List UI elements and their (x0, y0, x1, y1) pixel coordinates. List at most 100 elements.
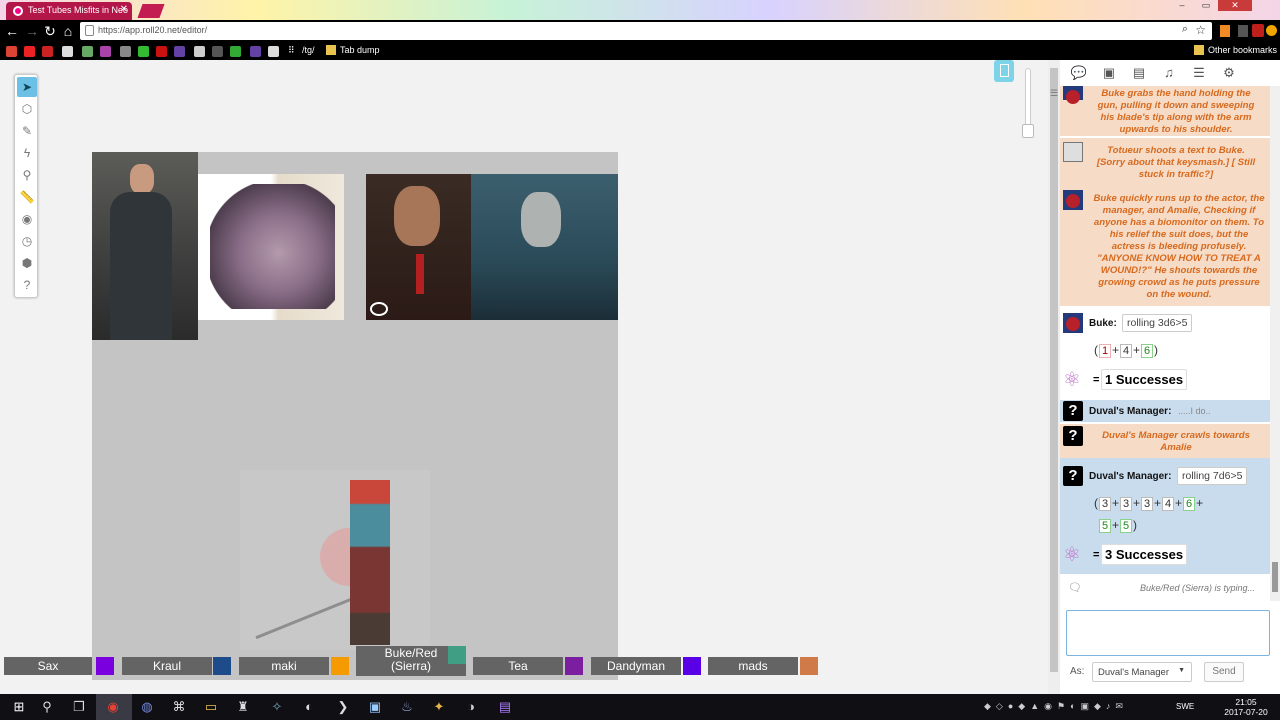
compendium-tab-icon[interactable]: ♫ (1160, 64, 1178, 82)
player-nameplate[interactable]: Sax (4, 657, 92, 675)
rss-icon[interactable] (1220, 25, 1230, 37)
task-view-icon[interactable]: ❐ (70, 698, 88, 716)
collections-tab-icon[interactable]: ☰ (1190, 64, 1208, 82)
player-nameplate[interactable]: mads (708, 657, 798, 675)
bookmark-icon[interactable] (82, 46, 93, 57)
chrome-icon[interactable]: ◉ (104, 698, 122, 716)
bookmark-icon[interactable] (6, 46, 17, 57)
app-icon[interactable]: ▣ (366, 698, 384, 716)
app-icon[interactable]: ♜ (234, 698, 252, 716)
app-icon[interactable]: ◐ (300, 698, 318, 716)
chat-tab-icon[interactable]: 💬 (1070, 64, 1088, 82)
app-icon[interactable]: ❯ (334, 698, 352, 716)
close-tab-icon[interactable]: ✕ (120, 4, 128, 15)
bookmark-star-icon[interactable]: ☆ (1195, 23, 1206, 37)
chat-input[interactable] (1066, 610, 1270, 656)
die-result: 5 (1099, 519, 1111, 533)
file-explorer-icon[interactable]: ▭ (202, 698, 220, 716)
speaking-as-select[interactable]: Duval's Manager ▼ (1092, 662, 1192, 682)
page-toolbar-icon[interactable] (994, 60, 1014, 82)
other-bookmarks[interactable]: Other bookmarks (1208, 45, 1277, 55)
maximize-icon[interactable]: ▭ (1194, 0, 1218, 11)
measure-tool-icon[interactable]: 📏 (17, 187, 37, 207)
draw-tool-icon[interactable]: ✎ (17, 121, 37, 141)
bookmark-icon[interactable] (42, 46, 53, 57)
back-arrow-icon[interactable]: ← (4, 23, 20, 39)
bookmark-icon[interactable] (138, 46, 149, 57)
journal-tab-icon[interactable]: ▤ (1130, 64, 1148, 82)
token-suited-man[interactable] (92, 152, 198, 340)
reload-icon[interactable]: ↻ (42, 23, 58, 39)
chat-scrollbar[interactable] (1270, 86, 1280, 601)
bookmark-icon[interactable] (230, 46, 241, 57)
ublock-icon[interactable] (1252, 24, 1264, 37)
player-nameplate[interactable]: Dandyman (591, 657, 681, 675)
bookmark-icon[interactable] (194, 46, 205, 57)
chevron-down-icon: ▼ (1178, 667, 1185, 674)
bookmark-icon[interactable] (62, 46, 73, 57)
token-dragon[interactable] (198, 174, 344, 320)
app-icon[interactable]: ✦ (430, 698, 448, 716)
search-icon[interactable]: ⚲ (38, 698, 56, 716)
zoom-tool-icon[interactable]: ⚲ (17, 165, 37, 185)
taskbar-clock[interactable]: 21:05 2017-07-20 (1216, 697, 1276, 717)
bookmark-icon[interactable] (100, 46, 111, 57)
emote-text: Totueur shoots a text to Buke. [Sorry ab… (1096, 145, 1256, 180)
bookmark-tab-dump[interactable]: Tab dump (340, 45, 380, 55)
zoom-slider-handle[interactable] (1022, 124, 1034, 138)
send-button[interactable]: Send (1204, 662, 1244, 682)
bookmark-icon[interactable] (120, 46, 131, 57)
equals-sign: = (1093, 549, 1100, 561)
clock-time: 21:05 (1235, 697, 1257, 707)
steam-icon[interactable]: ♨ (398, 698, 416, 716)
bookmark-icon[interactable] (156, 46, 167, 57)
art-library-tab-icon[interactable]: ▣ (1100, 64, 1118, 82)
token-red-tie-man[interactable] (366, 174, 472, 320)
help-icon[interactable]: ? (17, 275, 37, 295)
discord-icon[interactable]: ◍ (138, 698, 156, 716)
player-nameplate[interactable]: maki (239, 657, 329, 675)
window-close-icon[interactable]: ✕ (1218, 0, 1252, 11)
windows-start-icon[interactable]: ⊞ (10, 698, 28, 716)
browser-tab[interactable]: Test Tubes Misfits in Neo ✕ (6, 2, 132, 20)
bookmark-icon[interactable] (174, 46, 185, 57)
bookmark-icon[interactable] (250, 46, 261, 57)
sidebar-toggle-icon[interactable]: ☰ (1050, 88, 1058, 100)
player-nameplate[interactable]: Tea (473, 657, 563, 675)
home-icon[interactable]: ⌂ (60, 23, 76, 39)
window-controls: – ▭ ✕ (1170, 0, 1280, 14)
app-icon[interactable]: ⌘ (170, 698, 188, 716)
extension-icon[interactable] (1266, 25, 1277, 36)
dice-results: (3 +3 +3 +4 +6 + (1094, 496, 1204, 511)
token-buke-red[interactable] (240, 470, 430, 650)
app-icon[interactable]: ✧ (268, 698, 286, 716)
die-result: 5 (1120, 519, 1133, 533)
address-bar[interactable]: https://app.roll20.net/editor/ ⌕ ☆ (80, 22, 1212, 40)
player-nameplate[interactable]: Kraul (122, 657, 212, 675)
fog-tool-icon[interactable]: ◉ (17, 209, 37, 229)
select-tool-icon[interactable]: ➤ (17, 77, 37, 97)
app-icon[interactable]: ◑ (462, 698, 480, 716)
bookmark-tg[interactable]: /tg/ (302, 45, 315, 55)
forward-arrow-icon[interactable]: → (24, 23, 40, 39)
die-result: 3 (1099, 497, 1111, 511)
player-color-swatch (683, 657, 701, 675)
minimize-icon[interactable]: – (1170, 0, 1194, 10)
search-icon[interactable]: ⌕ (1182, 23, 1188, 36)
layer-tool-icon[interactable]: ⬡ (17, 99, 37, 119)
bookmark-icon[interactable] (212, 46, 223, 57)
twitch-icon[interactable]: ▤ (496, 698, 514, 716)
extension-icon[interactable] (1238, 25, 1248, 37)
canvas-horizontal-scrollbar[interactable] (0, 680, 1048, 694)
dice-tool-icon[interactable]: ⬢ (17, 253, 37, 273)
fx-tool-icon[interactable]: ϟ (17, 143, 37, 163)
roll20-favicon-icon (13, 6, 23, 16)
token-pale-man[interactable] (471, 174, 618, 320)
bookmark-icon[interactable] (24, 46, 35, 57)
turn-tracker-icon[interactable]: ◷ (17, 231, 37, 251)
bookmark-icon[interactable] (268, 46, 279, 57)
canvas-vertical-scrollbar[interactable] (1048, 60, 1060, 694)
language-indicator[interactable]: SWE (1176, 702, 1194, 711)
settings-gear-icon[interactable]: ⚙ (1220, 64, 1238, 82)
system-tray-icons[interactable]: ◆◇●◆▲◉⚑◐▣◆♪✉ (984, 701, 1174, 713)
